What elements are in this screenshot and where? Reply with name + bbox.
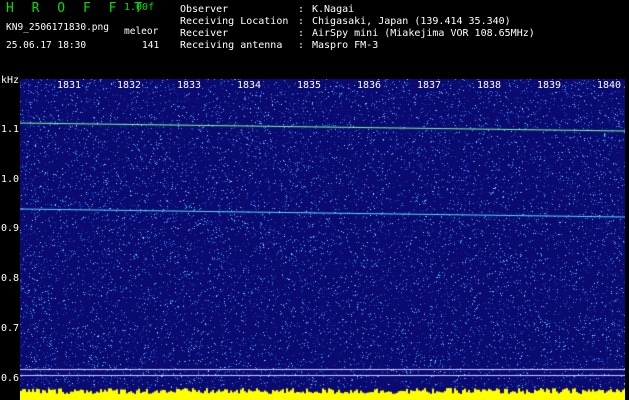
x-tick-1837: 1837 <box>416 80 443 91</box>
x-tick-1840: 1840 <box>596 80 623 91</box>
field-value-observer: K.Nagai <box>312 4 355 15</box>
x-tick-1834: 1834 <box>236 80 263 91</box>
count-value: 141 <box>142 40 160 51</box>
y-tick-0-9: 0.9 <box>1 223 20 234</box>
field-value-receiver: AirSpy mini (Miakejima VOR 108.65MHz) <box>312 28 535 39</box>
y-tick-0-8: 0.8 <box>1 273 20 284</box>
field-sep-receiver: : <box>298 28 305 39</box>
field-label-antenna: Receiving antenna <box>180 40 283 51</box>
field-value-location: Chigasaki, Japan (139.414 35.340) <box>312 16 511 27</box>
x-tick-1838: 1838 <box>476 80 503 91</box>
field-label-location: Receiving Location <box>180 16 289 27</box>
y-tick-1-0: 1.0 <box>1 174 20 185</box>
field-label-observer: Observer <box>180 4 229 15</box>
date-time: 25.06.17 18:30 <box>6 40 87 51</box>
y-tick-1-1: 1.1 <box>1 124 20 135</box>
field-sep-antenna: : <box>298 40 305 51</box>
field-label-receiver: Receiver <box>180 28 229 39</box>
spectrogram-canvas <box>20 79 625 400</box>
x-tick-1832: 1832 <box>116 80 143 91</box>
field-sep-observer: : <box>298 4 305 15</box>
x-tick-1831: 1831 <box>56 80 83 91</box>
x-tick-1836: 1836 <box>356 80 383 91</box>
field-sep-location: : <box>298 16 305 27</box>
y-tick-0-7: 0.7 <box>1 323 20 334</box>
mode-label: meleor <box>124 26 159 37</box>
y-tick-0-6: 0.6 <box>1 373 20 384</box>
x-tick-1833: 1833 <box>176 80 203 91</box>
file-name: KN9_2506171830.png <box>6 22 109 33</box>
field-value-antenna: Maspro FM-3 <box>312 40 379 51</box>
y-axis-unit: kHz <box>1 75 20 86</box>
x-tick-1839: 1839 <box>536 80 563 91</box>
version-label: 1.00f <box>124 2 155 13</box>
x-tick-1835: 1835 <box>296 80 323 91</box>
